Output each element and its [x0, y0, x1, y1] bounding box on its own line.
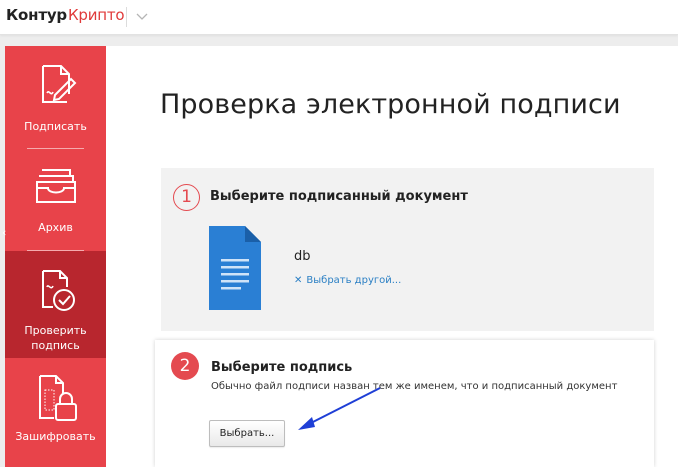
logo-kontur: Контур [6, 6, 67, 24]
sidebar-item-label-line1: Проверить [24, 324, 87, 337]
encrypt-lock-icon [38, 375, 77, 421]
sidebar-item-label: Подписать [24, 120, 87, 133]
sidebar-divider [27, 148, 84, 149]
sidebar-item-label: Архив [38, 221, 73, 234]
document-file-icon [209, 226, 261, 310]
file-name: db [294, 249, 311, 264]
verify-signature-icon [41, 270, 75, 311]
sidebar-item-archive[interactable]: Архив [5, 154, 106, 250]
app-logo[interactable]: КонтурКрипто [6, 6, 125, 24]
chevron-down-icon[interactable] [134, 8, 150, 24]
sign-document-icon [41, 65, 76, 103]
sidebar-item-encrypt[interactable]: Зашифровать [5, 364, 106, 467]
archive-tray-icon [35, 169, 76, 203]
step1-number: 1 [173, 184, 200, 211]
step1-panel: 1 Выберите подписанный документ db ✕ Выбр… [161, 168, 654, 331]
sidebar: Подписать Архив Проверить подпись Зашифр… [5, 46, 106, 467]
step2-title: Выберите подпись [211, 360, 353, 375]
sidebar-item-label-line2: подпись [31, 339, 80, 352]
sidebar-item-sign[interactable]: Подписать [5, 46, 106, 144]
page-title: Проверка электронной подписи [160, 89, 621, 120]
step2-panel: 2 Выберите подпись Обычно файл подписи н… [155, 340, 654, 467]
logo-kripto: Крипто [67, 6, 125, 24]
sidebar-item-label: Зашифровать [15, 430, 96, 443]
choose-other-label: Выбрать другой... [306, 275, 402, 286]
choose-other-link[interactable]: ✕ Выбрать другой... [294, 275, 401, 286]
top-bar: КонтурКрипто [0, 0, 678, 35]
header-divider [126, 7, 127, 27]
choose-signature-button[interactable]: Выбрать... [209, 420, 285, 447]
step1-title: Выберите подписанный документ [210, 189, 468, 204]
close-icon: ✕ [294, 275, 303, 286]
main-content: Проверка электронной подписи 1 Выберите … [106, 46, 678, 467]
sidebar-collapse-icon[interactable]: ‹ [2, 226, 6, 239]
sidebar-item-verify[interactable]: Проверить подпись [5, 251, 106, 358]
step2-number: 2 [171, 352, 199, 380]
step2-hint: Обычно файл подписи назван тем же именем… [211, 381, 618, 392]
